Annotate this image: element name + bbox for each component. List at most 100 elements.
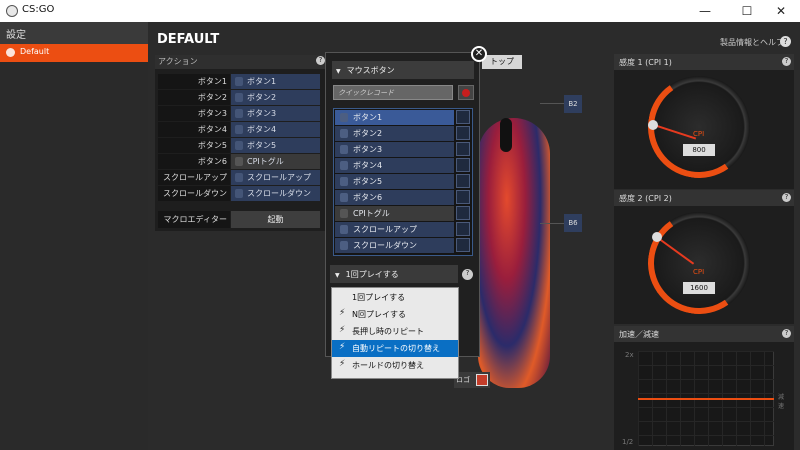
action-row-label: ボタン5 [158, 138, 230, 153]
action-row[interactable]: ボタン6 CPIトグル [158, 154, 323, 169]
list-item-checkbox[interactable] [456, 126, 470, 140]
list-item-label: ボタン1 [353, 113, 383, 122]
action-row-label: ボタン1 [158, 74, 230, 89]
action-row-value[interactable]: ボタン1 [231, 74, 320, 89]
list-item-checkbox[interactable] [456, 238, 470, 252]
play-option-label: N回プレイする [352, 310, 406, 319]
list-item-label: ボタン4 [353, 161, 383, 170]
play-option-label: 1回プレイする [352, 293, 406, 302]
button-icon [340, 177, 348, 186]
list-item[interactable]: ボタン2 [335, 126, 454, 141]
sidebar-header: 設定 [0, 22, 148, 44]
button-icon [340, 129, 348, 138]
caret-down-icon: ▼ [336, 68, 341, 75]
action-row-value[interactable]: ボタン4 [231, 122, 320, 137]
list-item[interactable]: ボタン3 [335, 142, 454, 157]
cpi2-unit-label: CPI [693, 268, 705, 276]
action-value-text: ボタン2 [247, 93, 277, 102]
popup-header[interactable]: ▼ マウスボタン [332, 61, 474, 79]
tab-top-view[interactable]: トップ [482, 55, 522, 69]
sidebar [0, 22, 148, 450]
popup-close-button[interactable]: ✕ [471, 46, 487, 62]
action-row[interactable]: ボタン1 ボタン1 [158, 74, 323, 89]
play-option-repeat-while-held[interactable]: ⚡ 長押し時のリピート [332, 323, 458, 340]
list-item-checkbox[interactable] [456, 142, 470, 156]
lightning-icon: ⚡ [339, 325, 346, 335]
list-item[interactable]: CPIトグル [335, 206, 454, 221]
page-title: DEFAULT [157, 32, 220, 47]
list-item[interactable]: ボタン6 [335, 190, 454, 205]
button-icon [340, 193, 348, 202]
button-icon [340, 145, 348, 154]
play-option-toggle-auto-repeat[interactable]: ⚡ 自動リピートの切り替え [332, 340, 458, 357]
minimize-button[interactable]: — [686, 0, 724, 22]
action-row-label: ボタン3 [158, 106, 230, 121]
play-mode-dropdown[interactable]: ▼ 1回プレイする [330, 265, 458, 283]
list-item-label: ボタン6 [353, 193, 383, 202]
list-item-checkbox[interactable] [456, 158, 470, 172]
button-b6-marker[interactable]: B6 [564, 214, 582, 232]
help-icon[interactable]: ? [780, 36, 791, 47]
action-row-value[interactable]: CPIトグル [231, 154, 320, 169]
list-item-checkbox[interactable] [456, 190, 470, 204]
cpi2-slider-knob[interactable] [652, 232, 662, 242]
cpi2-title: 感度 2 (CPI 2) [614, 190, 794, 206]
action-row[interactable]: ボタン2 ボタン2 [158, 90, 323, 105]
list-item[interactable]: スクロールアップ [335, 222, 454, 237]
list-item[interactable]: ボタン5 [335, 174, 454, 189]
play-option-once[interactable]: 1回プレイする [332, 289, 458, 306]
app-logo-icon [6, 5, 18, 17]
quick-record-input[interactable]: クイックレコード [333, 85, 453, 100]
cpi-icon [340, 209, 348, 218]
list-item-checkbox[interactable] [456, 206, 470, 220]
acceleration-bottom-label: 1/2 [622, 438, 634, 446]
action-row[interactable]: ボタン5 ボタン5 [158, 138, 323, 153]
play-mode-help-icon[interactable]: ? [462, 269, 473, 280]
list-item[interactable]: ボタン1 [335, 110, 454, 125]
list-item-checkbox[interactable] [456, 174, 470, 188]
lightning-icon: ⚡ [339, 342, 346, 352]
button-b2-marker[interactable]: B2 [564, 95, 582, 113]
list-item[interactable]: ボタン4 [335, 158, 454, 173]
cpi2-value-field[interactable]: 1600 [683, 282, 715, 294]
action-row-value[interactable]: スクロールアップ [231, 170, 320, 185]
close-window-button[interactable]: ✕ [762, 0, 800, 22]
action-row-value[interactable]: ボタン2 [231, 90, 320, 105]
action-row-value[interactable]: ボタン3 [231, 106, 320, 121]
action-row[interactable]: スクロールアップ スクロールアップ [158, 170, 323, 185]
acceleration-side-label: 減速 [778, 394, 785, 410]
scroll-wheel-image [500, 118, 512, 152]
button-icon [235, 109, 243, 118]
cpi1-help-icon[interactable]: ? [782, 57, 791, 66]
play-option-toggle-hold[interactable]: ⚡ ホールドの切り替え [332, 357, 458, 374]
logo-color-swatch[interactable] [476, 374, 488, 386]
acceleration-curve[interactable] [638, 398, 774, 400]
help-link[interactable]: 製品情報とヘルプ [720, 37, 784, 48]
list-item-checkbox[interactable] [456, 110, 470, 124]
cpi1-slider-knob[interactable] [648, 120, 658, 130]
action-value-text: スクロールダウン [247, 189, 311, 198]
list-item-checkbox[interactable] [456, 222, 470, 236]
mouse-image [478, 118, 550, 388]
caret-down-icon: ▼ [335, 272, 340, 279]
cpi1-value-field[interactable]: 800 [683, 144, 715, 156]
scroll-icon [235, 173, 243, 182]
action-row-value[interactable]: ボタン5 [231, 138, 320, 153]
sidebar-item-default[interactable]: Default [0, 44, 148, 62]
action-row[interactable]: ボタン4 ボタン4 [158, 122, 323, 137]
action-row-value[interactable]: スクロールダウン [231, 186, 320, 201]
action-help-icon[interactable]: ? [316, 56, 325, 65]
action-row[interactable]: ボタン3 ボタン3 [158, 106, 323, 121]
launch-macro-editor-button[interactable]: 起動 [231, 211, 320, 228]
action-value-text: ボタン3 [247, 109, 277, 118]
list-item-label: スクロールアップ [353, 225, 417, 234]
record-icon [462, 89, 470, 97]
acceleration-help-icon[interactable]: ? [782, 329, 791, 338]
cpi2-help-icon[interactable]: ? [782, 193, 791, 202]
acceleration-title: 加速／減速 [614, 326, 794, 342]
play-option-n-times[interactable]: ⚡ N回プレイする [332, 306, 458, 323]
action-row[interactable]: スクロールダウン スクロールダウン [158, 186, 323, 201]
list-item[interactable]: スクロールダウン [335, 238, 454, 253]
list-item-label: ボタン2 [353, 129, 383, 138]
maximize-button[interactable]: ☐ [728, 0, 766, 22]
